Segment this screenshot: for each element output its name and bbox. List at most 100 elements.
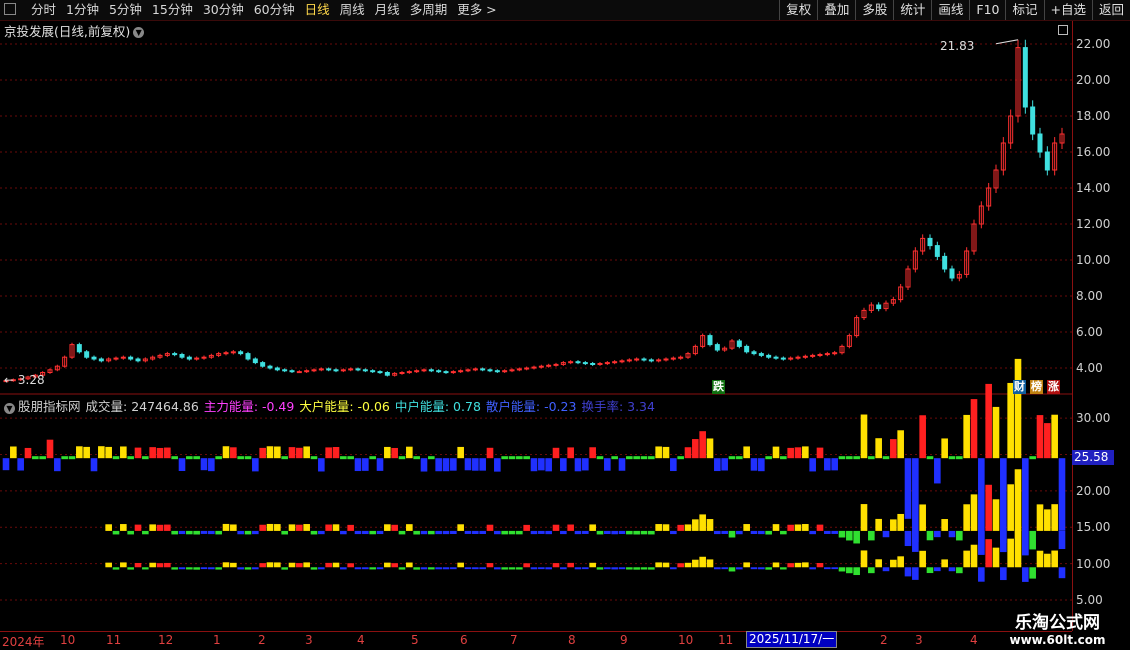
tool-button-7[interactable]: +自选	[1043, 0, 1092, 20]
energy-bar-up	[970, 399, 978, 459]
energy-bar-flat	[838, 456, 846, 460]
period-tab-10[interactable]: 更多 >	[452, 0, 501, 20]
energy-bar-flat	[244, 456, 252, 460]
candle-body	[949, 268, 955, 279]
candle-body	[1044, 151, 1050, 171]
retail-energy-bar	[1036, 550, 1044, 568]
kline-chart[interactable]: 21.83 ← 3.28	[0, 21, 1072, 631]
candle-body	[766, 354, 772, 358]
period-tab-0[interactable]: 分时	[26, 0, 61, 20]
date-tick: 9	[620, 633, 628, 647]
tool-button-1[interactable]: 叠加	[817, 0, 855, 20]
retail-energy-bar	[237, 567, 244, 570]
energy-bar-flat	[640, 456, 648, 460]
tag-up[interactable]: 涨	[1047, 380, 1060, 394]
period-tab-7[interactable]: 周线	[335, 0, 370, 20]
max-arrow	[995, 39, 1019, 45]
tool-button-6[interactable]: 标记	[1005, 0, 1043, 20]
tag-down[interactable]: 跌	[712, 380, 725, 394]
mid-energy-bar	[208, 530, 215, 535]
candle-body	[927, 237, 933, 247]
tool-button-0[interactable]: 复权	[779, 0, 817, 20]
date-tick: 10	[60, 633, 76, 647]
period-tab-2[interactable]: 5分钟	[104, 0, 147, 20]
energy-bar-down	[420, 458, 428, 472]
candle-body	[274, 367, 280, 371]
tag-finance[interactable]: 财	[1013, 380, 1026, 394]
chevron-down-icon[interactable]: ▼	[4, 403, 15, 414]
candle-body	[84, 351, 90, 358]
mid-energy-bar	[934, 530, 941, 538]
window-maximize-icon[interactable]	[1058, 25, 1068, 35]
retail-energy-bar	[794, 562, 802, 568]
energy-bar-flat	[882, 456, 890, 460]
tool-button-2[interactable]: 多股	[855, 0, 893, 20]
period-tab-4[interactable]: 30分钟	[198, 0, 249, 20]
period-tab-6[interactable]: 日线	[300, 0, 335, 20]
mid-energy-bar	[860, 504, 868, 531]
candle-body	[252, 358, 258, 364]
mid-energy-bar	[890, 519, 897, 531]
tag-rank[interactable]: 榜	[1030, 380, 1043, 394]
mid-energy-bar	[912, 530, 919, 552]
retail-energy-bar	[677, 563, 684, 568]
period-tab-8[interactable]: 月线	[370, 0, 405, 20]
retail-energy-bar	[978, 567, 985, 582]
mid-energy-bar	[670, 530, 677, 535]
mid-energy-bar	[530, 530, 538, 535]
candle-body	[714, 344, 720, 351]
retail-energy-bar	[626, 567, 633, 570]
energy-bar-down	[714, 458, 721, 472]
energy-bar-down	[472, 458, 479, 471]
tool-button-3[interactable]: 统计	[893, 0, 931, 20]
mid-energy-bar	[244, 530, 252, 535]
energy-bar-up	[743, 446, 750, 459]
mid-energy-bar	[919, 504, 926, 531]
menu-icon[interactable]	[4, 3, 16, 15]
period-tab-5[interactable]: 60分钟	[249, 0, 300, 20]
tool-button-8[interactable]: 返回	[1091, 0, 1130, 20]
retail-energy-bar	[127, 567, 134, 570]
retail-energy-bar	[406, 562, 413, 568]
candle-body	[421, 369, 427, 372]
candle-body	[384, 372, 390, 376]
energy-bar-flat	[501, 456, 508, 460]
retail-energy-bar	[413, 567, 420, 570]
mid-energy-bar	[464, 530, 472, 534]
energy-bar-up	[24, 447, 32, 459]
candle-body	[348, 368, 354, 371]
mid-energy-bar	[318, 530, 325, 535]
energy-bar-up	[259, 447, 266, 459]
tool-button-5[interactable]: F10	[969, 0, 1005, 20]
mid-energy-bar	[391, 524, 398, 531]
mid-energy-bar	[552, 524, 560, 531]
candle-body	[201, 356, 207, 359]
energy-bar-down	[574, 458, 582, 472]
date-tick: 8	[568, 633, 576, 647]
candle-body	[472, 368, 478, 371]
mid-energy-bar	[648, 530, 655, 535]
mid-energy-bar	[904, 530, 912, 547]
retail-energy-bar	[816, 562, 824, 568]
date-tick: 1	[213, 633, 221, 647]
watermark-title: 乐淘公式网	[1015, 613, 1100, 633]
period-tab-9[interactable]: 多周期	[405, 0, 453, 20]
mid-energy-bar	[772, 524, 780, 531]
mid-energy-bar	[406, 524, 413, 531]
energy-bar-down	[604, 458, 611, 471]
period-tab-1[interactable]: 1分钟	[61, 0, 104, 20]
tool-button-4[interactable]: 画线	[931, 0, 969, 20]
period-tab-3[interactable]: 15分钟	[147, 0, 198, 20]
energy-bar-up	[655, 446, 662, 459]
price-tick: 6.00	[1076, 325, 1103, 339]
energy-bar-up	[296, 447, 303, 459]
retail-energy-bar	[985, 539, 992, 568]
candle-body	[568, 361, 574, 364]
date-tick: 11	[106, 633, 122, 647]
candle-body	[487, 369, 493, 372]
candle-body	[113, 357, 119, 360]
retail-energy-bar	[890, 559, 897, 568]
retail-energy-bar	[105, 562, 112, 568]
mid-energy-bar	[970, 494, 978, 531]
mid-energy-bar	[120, 524, 127, 531]
